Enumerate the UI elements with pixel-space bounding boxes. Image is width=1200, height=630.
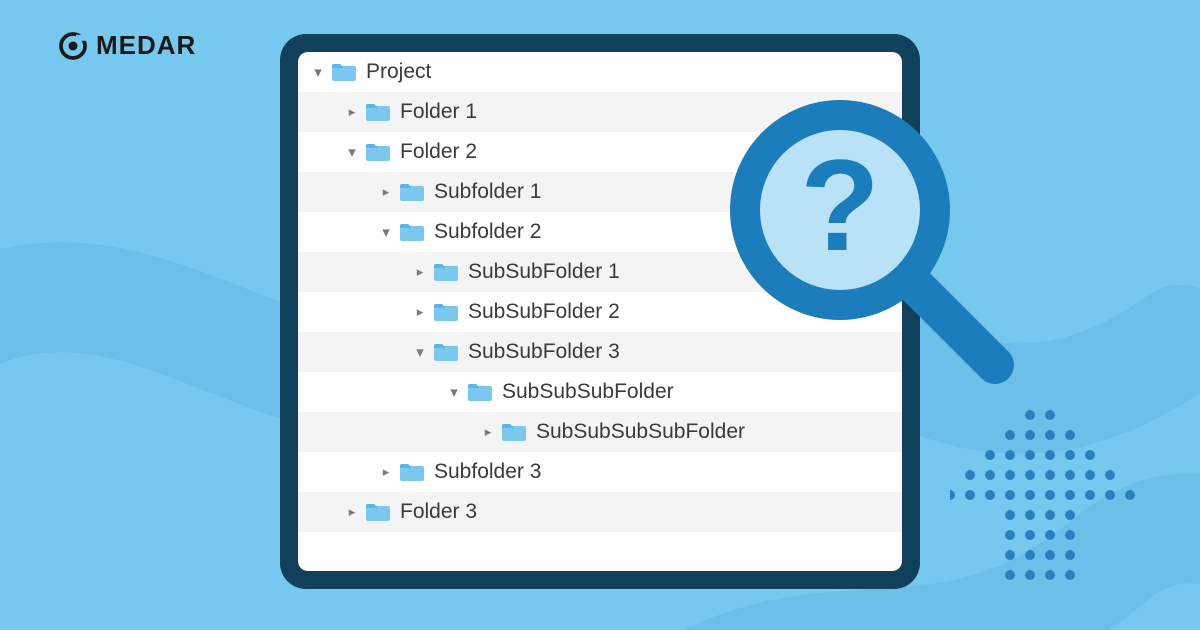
folder-icon: [432, 301, 460, 323]
tree-row[interactable]: ▸ SubSubSubSubFolder: [298, 412, 902, 452]
dot-arrow-decoration: [950, 405, 1140, 600]
tree-item-label: SubSubFolder 3: [468, 340, 620, 364]
folder-icon: [398, 221, 426, 243]
tree-item-label: Subfolder 3: [434, 460, 541, 484]
tree-item-label: Folder 3: [400, 500, 477, 524]
tree-row[interactable]: ▸ SubSubFolder 1: [298, 252, 902, 292]
chevron-down-icon[interactable]: ▾: [376, 223, 396, 241]
chevron-right-icon[interactable]: ▸: [410, 264, 430, 280]
chevron-down-icon[interactable]: ▾: [444, 383, 464, 401]
chevron-down-icon[interactable]: ▾: [308, 63, 328, 81]
chevron-right-icon[interactable]: ▸: [478, 424, 498, 440]
tree-row[interactable]: ▸ Subfolder 3: [298, 452, 902, 492]
tree-item-label: SubSubSubFolder: [502, 380, 674, 404]
tree-item-label: Subfolder 2: [434, 220, 541, 244]
folder-icon: [466, 381, 494, 403]
folder-icon: [398, 461, 426, 483]
tree-row[interactable]: ▸ Folder 1: [298, 92, 902, 132]
tree-item-label: Folder 2: [400, 140, 477, 164]
folder-icon: [432, 341, 460, 363]
folder-icon: [330, 61, 358, 83]
chevron-right-icon[interactable]: ▸: [410, 304, 430, 320]
chevron-down-icon[interactable]: ▾: [342, 143, 362, 161]
tree-item-label: SubSubFolder 1: [468, 260, 620, 284]
chevron-right-icon[interactable]: ▸: [376, 184, 396, 200]
tree-row[interactable]: ▾ SubSubFolder 3: [298, 332, 902, 372]
tree-row[interactable]: ▾ Folder 2: [298, 132, 902, 172]
folder-tree-panel-inner: ▾ Project▸ Folder 1▾ Folder 2▸ Subfolder…: [298, 52, 902, 571]
tree-item-label: Project: [366, 60, 431, 84]
tree-row[interactable]: ▾ SubSubSubFolder: [298, 372, 902, 412]
folder-tree[interactable]: ▾ Project▸ Folder 1▾ Folder 2▸ Subfolder…: [298, 52, 902, 571]
folder-icon: [398, 181, 426, 203]
tree-item-label: SubSubFolder 2: [468, 300, 620, 324]
folder-icon: [432, 261, 460, 283]
chevron-right-icon[interactable]: ▸: [342, 104, 362, 120]
tree-item-label: Folder 1: [400, 100, 477, 124]
folder-icon: [364, 501, 392, 523]
brand-logo: MEDAR: [58, 30, 196, 61]
folder-icon: [364, 101, 392, 123]
folder-tree-panel: ▾ Project▸ Folder 1▾ Folder 2▸ Subfolder…: [280, 34, 920, 589]
brand-name: MEDAR: [96, 30, 196, 61]
tree-row[interactable]: ▾ Subfolder 2: [298, 212, 902, 252]
chevron-right-icon[interactable]: ▸: [342, 504, 362, 520]
tree-row[interactable]: ▸ Subfolder 1: [298, 172, 902, 212]
folder-icon: [364, 141, 392, 163]
tree-item-label: SubSubSubSubFolder: [536, 420, 745, 444]
tree-item-label: Subfolder 1: [434, 180, 541, 204]
chevron-right-icon[interactable]: ▸: [376, 464, 396, 480]
tree-row[interactable]: ▸ SubSubFolder 2: [298, 292, 902, 332]
brand-logo-mark-icon: [58, 31, 88, 61]
tree-row[interactable]: ▸ Folder 3: [298, 492, 902, 532]
chevron-down-icon[interactable]: ▾: [410, 343, 430, 361]
tree-row[interactable]: ▾ Project: [298, 52, 902, 92]
folder-icon: [500, 421, 528, 443]
